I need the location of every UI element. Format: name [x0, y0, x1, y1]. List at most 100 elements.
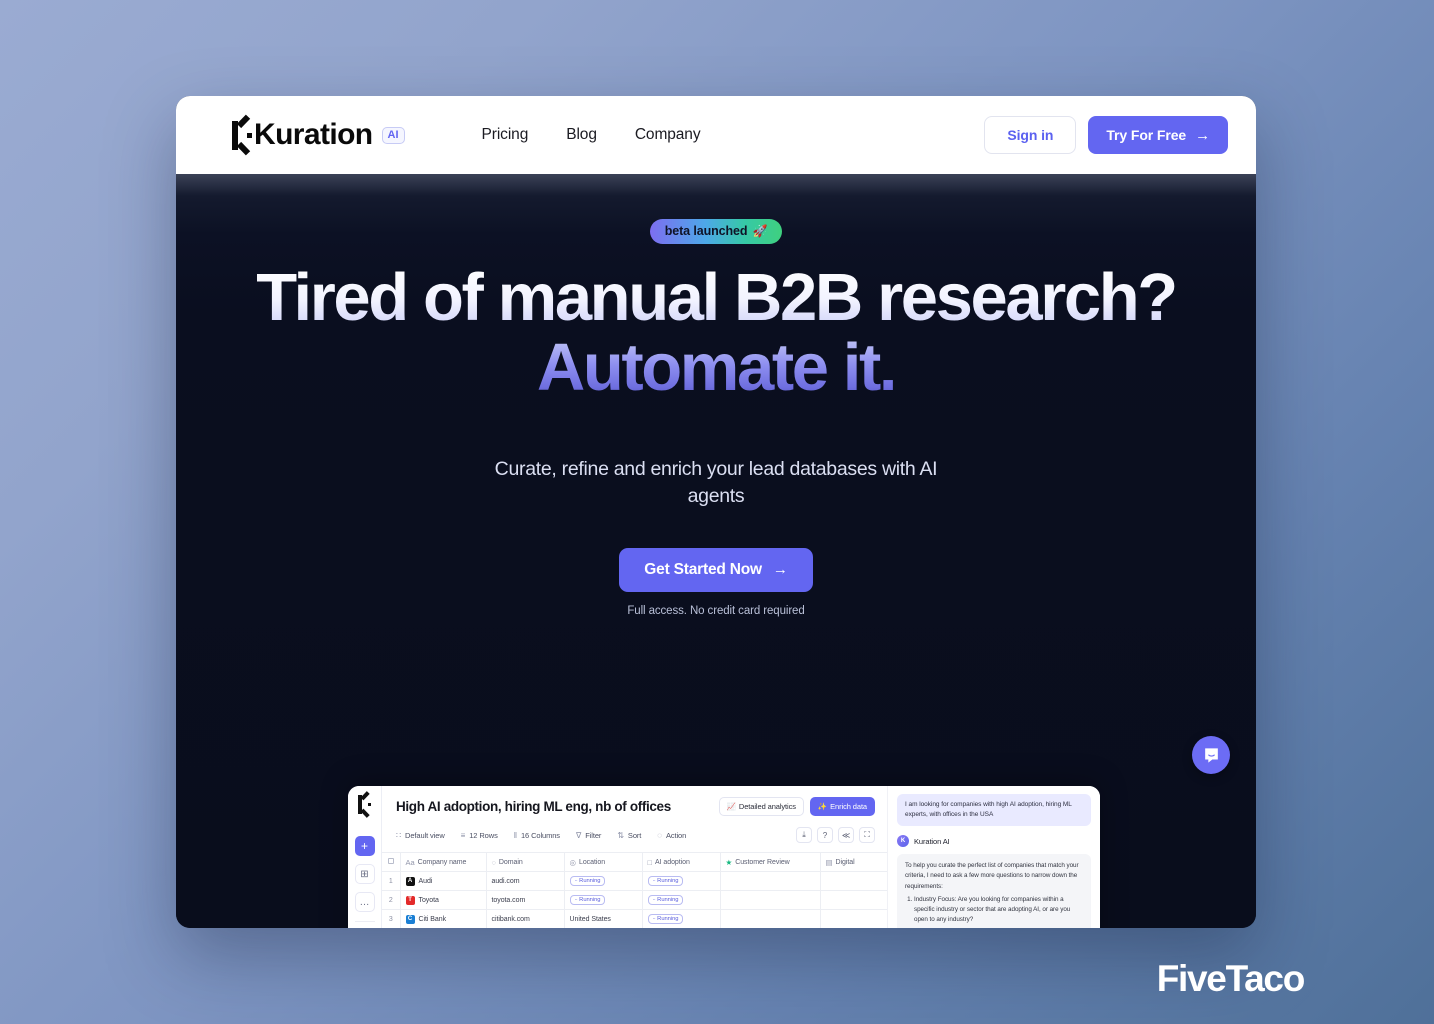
fullscreen-icon[interactable]: ⛶	[859, 827, 875, 843]
cell-customer-review	[720, 890, 821, 910]
hero-headline-line-2: research?	[877, 260, 1176, 335]
beta-launched-badge[interactable]: beta launched 🚀	[649, 219, 783, 244]
download-icon[interactable]: ⤓	[796, 827, 812, 843]
nav-link-pricing[interactable]: Pricing	[482, 126, 529, 144]
sidebar-table-icon[interactable]: ⊞	[354, 864, 375, 884]
status-badge-running: ∙∙ Running	[647, 876, 684, 886]
table-header-row: Aa Company name ◌ Domain ◎ Location □ AI ado…	[382, 852, 891, 872]
cell-customer-review	[720, 871, 821, 891]
toolbar-default-view[interactable]: ∷ Default view	[396, 831, 445, 840]
brand-logo[interactable]: Kuration AI	[232, 114, 405, 156]
ai-chat-panel: I am looking for companies with high AI …	[887, 786, 1100, 928]
column-company-name[interactable]: Aa Company name	[400, 852, 487, 872]
app-logo-icon	[357, 791, 372, 818]
cell-ai-adoption: ∙∙ Running	[642, 909, 721, 928]
cell-digital	[820, 890, 891, 910]
nav-links: Pricing Blog Company	[482, 126, 701, 144]
sparkle-icon: ✨	[817, 802, 828, 811]
try-for-free-label: Try For Free	[1106, 127, 1187, 143]
enrich-data-button[interactable]: ✨ Enrich data	[809, 797, 875, 816]
checkbox-icon[interactable]	[387, 858, 394, 864]
website-card: Kuration AI Pricing Blog Company Sign in…	[176, 96, 1256, 928]
toolbar-action-label: Action	[665, 830, 687, 840]
column-location-label: Location	[579, 858, 606, 866]
briefcase-icon: □	[647, 857, 653, 867]
sidebar-more-icon[interactable]: …	[354, 892, 375, 912]
company-name-text: Toyota	[418, 896, 439, 904]
app-header-buttons: 📈 Detailed analytics ✨ Enrich data	[718, 797, 875, 816]
get-started-now-button[interactable]: Get Started Now →	[619, 547, 813, 592]
arrow-right-icon: →	[772, 561, 788, 578]
table-body: 1 A Audi audi.com ∙∙ Running ∙∙ Running 2 T Toyo…	[382, 871, 891, 928]
table-row[interactable]: 2 T Toyota toyota.com ∙∙ Running ∙∙ Running	[382, 890, 891, 910]
sidebar-add-button[interactable]: +	[354, 836, 375, 856]
top-navigation-bar: Kuration AI Pricing Blog Company Sign in…	[176, 96, 1256, 174]
leads-table: Aa Company name ◌ Domain ◎ Location □ AI ado…	[382, 852, 891, 928]
table-head: Aa Company name ◌ Domain ◎ Location □ AI ado…	[382, 852, 891, 872]
toolbar-action[interactable]: ◌ Action	[657, 831, 686, 840]
get-started-label: Get Started Now	[644, 560, 762, 578]
hero-section: beta launched 🚀 Tired of manual B2B rese…	[176, 174, 1256, 928]
action-icon: ◌	[657, 830, 662, 840]
column-ai-adoption[interactable]: □ AI adoption	[642, 852, 721, 872]
cell-location: ∙∙ Running	[564, 871, 643, 891]
row-number: 2	[382, 890, 401, 910]
rows-icon: ≡	[460, 830, 466, 840]
row-number: 1	[382, 871, 401, 891]
toolbar-filter[interactable]: ∇ Filter	[576, 831, 601, 840]
column-customer-review[interactable]: ★ Customer Review	[720, 852, 821, 872]
cell-location: United States	[564, 909, 643, 928]
columns-icon: ‖	[513, 830, 517, 840]
toolbar-columns[interactable]: ‖ 16 Columns	[514, 831, 560, 840]
cell-company-name: T Toyota	[400, 890, 487, 910]
app-main-area: High AI adoption, hiring ML eng, nb of o…	[382, 786, 1100, 928]
cell-customer-review	[720, 909, 821, 928]
text-type-icon: Aa	[405, 857, 415, 867]
enrich-data-label: Enrich data	[830, 802, 867, 811]
nav-actions: Sign in Try For Free →	[984, 116, 1228, 154]
column-digital[interactable]: ▤ Digital	[820, 852, 891, 872]
company-name-text: Citi Bank	[418, 915, 447, 923]
try-for-free-button[interactable]: Try For Free →	[1088, 116, 1228, 154]
kuration-k-icon	[232, 114, 253, 156]
column-domain[interactable]: ◌ Domain	[486, 852, 565, 872]
column-location[interactable]: ◎ Location	[564, 852, 643, 872]
toolbar-columns-label: 16 Columns	[520, 830, 560, 840]
chat-agent-intro: To help you curate the perfect list of c…	[905, 862, 1079, 890]
chat-agent-message: To help you curate the perfect list of c…	[897, 854, 1091, 928]
column-customer-review-label: Customer Review	[735, 858, 790, 866]
toolbar-sort[interactable]: ⇅ Sort	[617, 831, 641, 840]
rocket-icon: 🚀	[752, 224, 768, 238]
cell-domain: audi.com	[486, 871, 565, 891]
table-row[interactable]: 1 A Audi audi.com ∙∙ Running ∙∙ Running	[382, 871, 891, 891]
chat-agent-question-list: Industry Focus: Are you looking for comp…	[914, 895, 1083, 928]
chat-agent-header: K Kuration AI	[897, 835, 1091, 848]
column-domain-label: Domain	[498, 858, 523, 866]
agent-avatar-icon: K	[897, 835, 909, 848]
chat-agent-question: Industry Focus: Are you looking for comp…	[914, 895, 1083, 926]
share-icon[interactable]: ≪	[838, 827, 854, 843]
grid-icon: ∷	[396, 830, 401, 840]
app-preview-screenshot: + ⊞ … ◴ High AI adoption, hiring ML eng,…	[348, 786, 1100, 928]
cta-disclaimer-note: Full access. No credit card required	[627, 604, 805, 617]
help-icon[interactable]: ?	[817, 827, 833, 843]
table-row[interactable]: 3 C Citi Bank citibank.com United States ∙∙ R…	[382, 909, 891, 928]
toolbar-filter-label: Filter	[585, 830, 602, 840]
column-company-name-label: Company name	[417, 858, 467, 866]
cell-digital	[820, 909, 891, 928]
app-table-column: High AI adoption, hiring ML eng, nb of o…	[382, 786, 891, 928]
sign-in-button[interactable]: Sign in	[984, 116, 1077, 154]
chat-bubble-icon	[1204, 747, 1218, 763]
company-logo-icon: A	[405, 876, 415, 886]
column-checkbox[interactable]	[382, 852, 401, 872]
toolbar-rows[interactable]: ≡ 12 Rows	[461, 831, 498, 840]
cell-ai-adoption: ∙∙ Running	[642, 890, 721, 910]
status-badge-running: ∙∙ Running	[569, 895, 606, 905]
intercom-chat-launcher[interactable]	[1192, 736, 1230, 774]
nav-link-blog[interactable]: Blog	[566, 126, 597, 144]
status-badge-running: ∙∙ Running	[647, 914, 684, 924]
nav-link-company[interactable]: Company	[635, 126, 701, 144]
detailed-analytics-button[interactable]: 📈 Detailed analytics	[718, 797, 804, 816]
cell-company-name: C Citi Bank	[400, 909, 487, 928]
toolbar-default-view-label: Default view	[405, 830, 445, 840]
